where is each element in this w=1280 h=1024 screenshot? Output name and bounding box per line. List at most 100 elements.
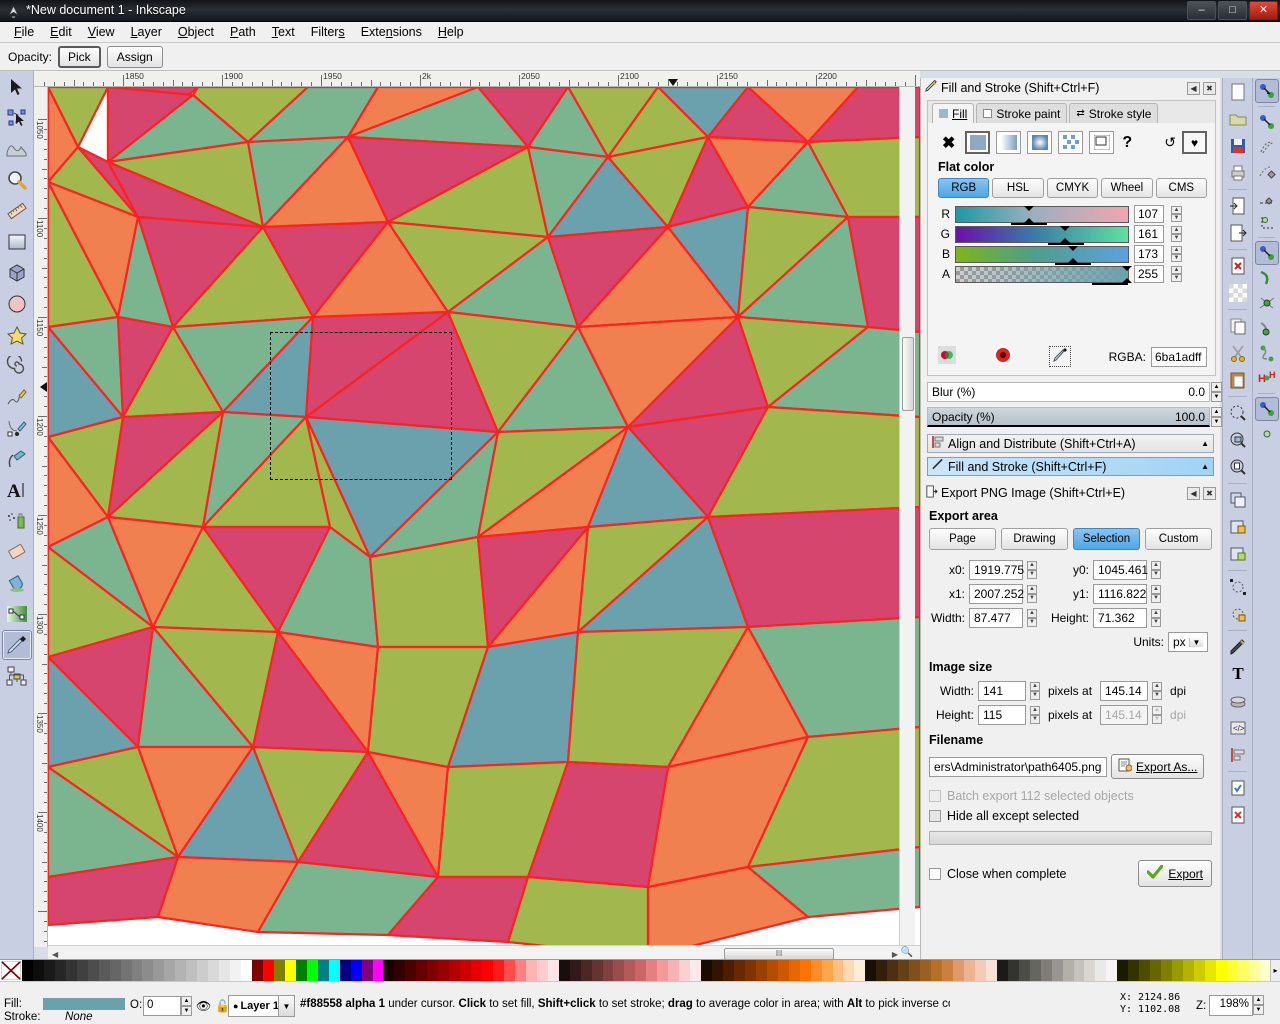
- layer-dropdown-arrow[interactable]: ▼: [278, 995, 295, 1017]
- snap-bbox-edge-midpoint-toggle[interactable]: [1255, 185, 1279, 209]
- palette-swatch[interactable]: [372, 960, 384, 981]
- palette-swatch[interactable]: [394, 960, 406, 981]
- spiral-tool[interactable]: [2, 351, 32, 381]
- palette-swatch[interactable]: [1095, 960, 1107, 981]
- palette-swatch[interactable]: [679, 960, 691, 981]
- y0-input[interactable]: 1045.461: [1093, 560, 1148, 580]
- x0-spinner[interactable]: ▲ ▼: [1027, 561, 1037, 579]
- hide-all-checkbox[interactable]: [929, 810, 941, 822]
- palette-swatch[interactable]: [208, 960, 220, 981]
- copy-button[interactable]: [1225, 313, 1251, 339]
- status-opacity-spinner[interactable]: ▲ ▼: [181, 996, 192, 1016]
- image-width-input[interactable]: 141: [978, 681, 1026, 701]
- menu-object[interactable]: Object: [170, 23, 222, 41]
- palette-swatch[interactable]: [482, 960, 493, 981]
- fill-stroke-dialog-button[interactable]: [1225, 634, 1251, 660]
- palette-swatch[interactable]: [569, 960, 581, 981]
- palette-swatch[interactable]: [219, 960, 231, 981]
- palette-swatch[interactable]: [1040, 960, 1052, 981]
- snap-nodes-toggle[interactable]: [1255, 241, 1279, 265]
- chevron-down-icon[interactable]: ▼: [1189, 637, 1203, 647]
- palette-swatch[interactable]: [142, 960, 154, 981]
- palette-swatch[interactable]: [1150, 960, 1162, 981]
- eraser-tool[interactable]: [2, 537, 32, 567]
- no-paint-button[interactable]: ✖: [938, 133, 959, 153]
- palette-swatch[interactable]: [712, 960, 723, 981]
- export-collapse-button[interactable]: ◀: [1187, 486, 1200, 500]
- channel-slider-b[interactable]: [955, 245, 1129, 265]
- zoom-spinner[interactable]: ▲ ▼: [1253, 995, 1264, 1015]
- snap-cusp-node-toggle[interactable]: [1255, 316, 1279, 340]
- document-properties-button[interactable]: [1225, 802, 1251, 828]
- width-dpi-input[interactable]: 145.14: [1100, 681, 1149, 701]
- image-width-spinner[interactable]: ▲ ▼: [1030, 682, 1040, 700]
- channel-slider-r[interactable]: [955, 205, 1129, 225]
- tab-stroke-style[interactable]: ⇄ Stroke style: [1069, 103, 1159, 123]
- palette-swatch[interactable]: [328, 960, 340, 981]
- channel-slider-a[interactable]: [955, 265, 1132, 285]
- zoom-input[interactable]: 198%: [1209, 995, 1253, 1016]
- snap-bounding-box-toggle[interactable]: [1255, 110, 1279, 134]
- object-to-path-button[interactable]: [1225, 574, 1251, 600]
- palette-swatch[interactable]: [953, 960, 964, 981]
- pick-color-icon[interactable]: [1049, 346, 1072, 367]
- palette-swatch[interactable]: [295, 960, 307, 981]
- canvas-vertical-scrollbar[interactable]: [899, 87, 915, 947]
- channel-value-r[interactable]: 107: [1134, 205, 1164, 223]
- palette-swatch[interactable]: [65, 960, 77, 981]
- snap-path-toggle[interactable]: [1255, 266, 1279, 290]
- palette-swatch[interactable]: [492, 960, 504, 981]
- palette-swatch[interactable]: [920, 960, 932, 981]
- linear-gradient-button[interactable]: [996, 131, 1022, 154]
- export-height-spinner[interactable]: ▲ ▼: [1151, 609, 1161, 627]
- enable-snapping-toggle[interactable]: [1255, 79, 1279, 103]
- dropper-tool[interactable]: [2, 630, 32, 660]
- palette-swatch[interactable]: [755, 960, 767, 981]
- zoom-drawing-button[interactable]: [1225, 427, 1251, 453]
- units-select[interactable]: px ▼: [1168, 632, 1208, 652]
- text-tool[interactable]: A: [2, 475, 32, 505]
- palette-swatch[interactable]: [723, 960, 734, 981]
- opacity-field[interactable]: Opacity (%) 100.0 ▲ ▼: [927, 407, 1222, 427]
- opacity-spinner[interactable]: ▲ ▼: [1211, 407, 1222, 427]
- collapsed-dock-fill-stroke-caret[interactable]: ▲: [1201, 462, 1209, 471]
- palette-swatch[interactable]: [131, 960, 143, 981]
- nonzero-fillrule-button[interactable]: ♥: [1182, 131, 1207, 154]
- status-fill-swatch[interactable]: [43, 998, 125, 1010]
- snap-bbox-edge-toggle[interactable]: [1255, 135, 1279, 159]
- palette-swatch[interactable]: [525, 960, 537, 981]
- palette-swatch[interactable]: [460, 960, 472, 981]
- palette-swatch[interactable]: [197, 960, 209, 981]
- palette-swatch[interactable]: [1128, 960, 1140, 981]
- palette-swatch[interactable]: [909, 960, 921, 981]
- zoom-tool[interactable]: [2, 165, 32, 195]
- snap-path-intersection-toggle[interactable]: [1255, 291, 1279, 315]
- maximize-button[interactable]: □: [1218, 1, 1247, 20]
- export-width-spinner[interactable]: ▲ ▼: [1027, 609, 1037, 627]
- palette-swatch[interactable]: [788, 960, 800, 981]
- palette-swatch[interactable]: [591, 960, 603, 981]
- selector-tool[interactable]: [2, 72, 32, 102]
- palette-swatch[interactable]: [1237, 960, 1249, 981]
- export-width-input[interactable]: 87.477: [969, 608, 1023, 628]
- export-button-cmd[interactable]: [1225, 220, 1251, 246]
- channel-spinner-g[interactable]: ▲ ▼: [1171, 226, 1182, 242]
- out-of-gamut-icon[interactable]: [993, 346, 1012, 367]
- menu-help[interactable]: Help: [430, 23, 472, 41]
- channel-spinner-r[interactable]: ▲ ▼: [1171, 206, 1182, 222]
- palette-swatch[interactable]: [241, 960, 253, 981]
- ellipse-tool[interactable]: [2, 289, 32, 319]
- palette-swatch[interactable]: [416, 960, 428, 981]
- y1-input[interactable]: 1116.822: [1093, 584, 1147, 604]
- pencil-tool[interactable]: [2, 382, 32, 412]
- connector-tool[interactable]: [2, 661, 32, 691]
- image-height-spinner[interactable]: ▲ ▼: [1030, 706, 1040, 724]
- xml-editor-button[interactable]: </>: [1225, 715, 1251, 741]
- palette-swatch[interactable]: [996, 960, 1008, 981]
- palette-swatch[interactable]: [1204, 960, 1216, 981]
- preferences-button[interactable]: [1225, 775, 1251, 801]
- image-height-input[interactable]: 115: [978, 705, 1026, 725]
- tab-fill[interactable]: Fill: [932, 103, 975, 123]
- close-when-complete-checkbox[interactable]: [929, 867, 941, 880]
- palette-swatch[interactable]: [230, 960, 242, 981]
